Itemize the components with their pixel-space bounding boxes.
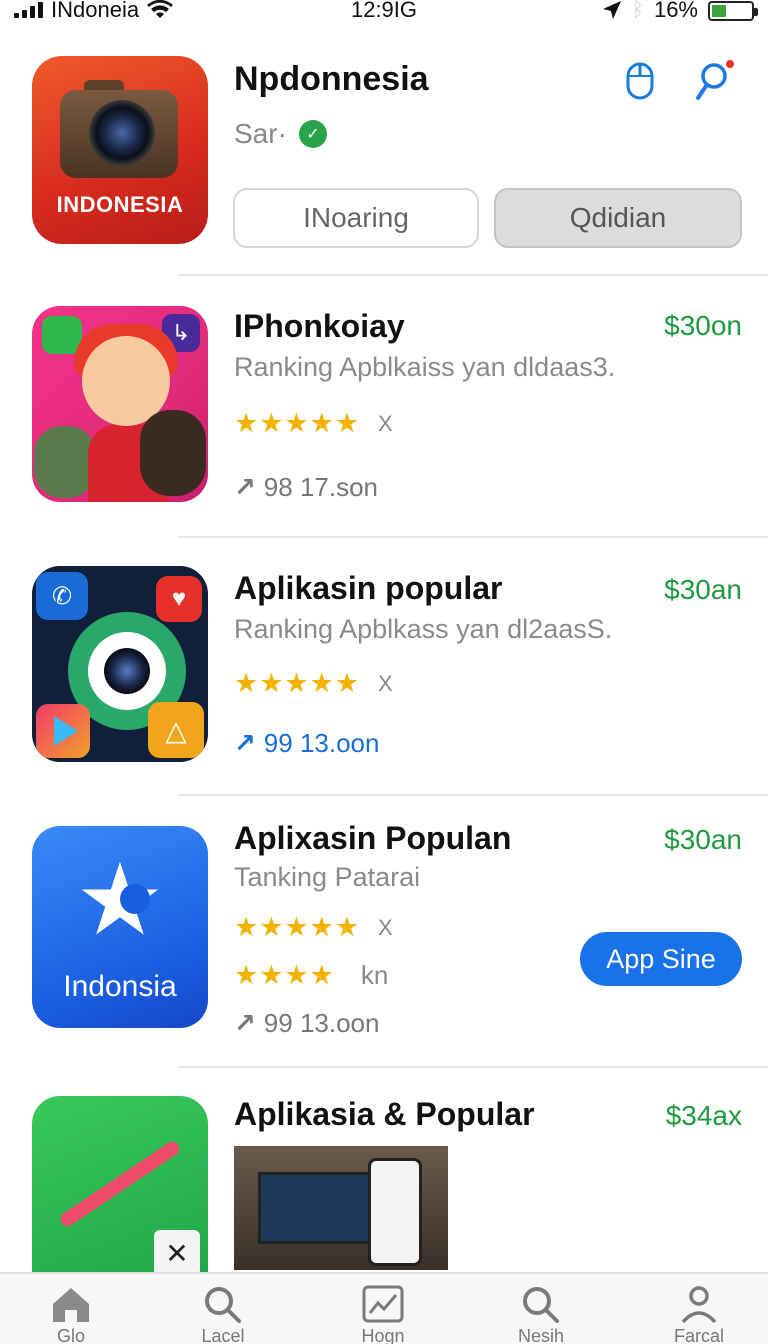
tab-label: Hogn xyxy=(361,1326,405,1344)
phone-call-icon: ✆ xyxy=(36,572,88,620)
battery-label: 16% xyxy=(653,0,698,22)
app-price-3: $30an xyxy=(664,824,742,855)
verified-icon: ✓ xyxy=(298,120,327,148)
trend-icon: ↗ xyxy=(234,1008,256,1038)
app-screenshot[interactable] xyxy=(234,1146,448,1270)
page-title: Npdonnesia xyxy=(234,60,429,98)
header-subtitle: Sar· ✓ xyxy=(234,118,327,150)
location-arrow-icon xyxy=(602,1,621,19)
header-subtitle-text: Sar· xyxy=(234,118,287,149)
app-stat-2: ↗ 99 13.oon xyxy=(234,728,379,759)
app-icon-label-3: Indonsia xyxy=(63,970,177,1003)
app-stat-1: ↗ 98 17.son xyxy=(234,472,378,503)
home-icon xyxy=(53,1288,89,1322)
stat-text: 99 13.oon xyxy=(263,1008,380,1038)
app-price-2: $30an xyxy=(664,574,742,605)
segment-button-2[interactable]: Qdidian xyxy=(494,188,742,248)
app-title-2[interactable]: Aplikasin popular xyxy=(234,570,502,607)
stars: ★★★★★ xyxy=(234,668,361,698)
tab-home[interactable]: Glo xyxy=(16,1280,126,1344)
header-icon-label: INDONESIA xyxy=(56,192,184,217)
stat-text: 98 17.son xyxy=(263,472,379,502)
tab-profile[interactable]: Farcal xyxy=(644,1280,754,1344)
camera-lens-icon xyxy=(104,648,150,694)
status-right: ᛒ 16% xyxy=(602,0,758,23)
tab-label: Glo xyxy=(56,1326,85,1344)
rating-extra: X xyxy=(378,410,393,436)
app-price-4: $34ax xyxy=(665,1100,742,1131)
play-icon xyxy=(36,704,90,758)
rating-stars-2: ★★★★★ X xyxy=(234,668,393,699)
app-icon-2[interactable]: ✆ ♥ △ xyxy=(32,566,208,762)
app-price-1: $30on xyxy=(664,310,742,341)
trend-icon: ↗ xyxy=(234,472,256,502)
divider xyxy=(178,536,768,538)
search-icon xyxy=(523,1287,559,1323)
divider xyxy=(178,274,768,276)
rating-stars-1: ★★★★★ X xyxy=(234,408,393,439)
app-desc-2: Ranking Apblkass yan dl2aasS. xyxy=(234,614,613,644)
bluetooth-icon: ᛒ xyxy=(631,0,644,21)
chart-icon xyxy=(362,1285,404,1323)
app-title-3[interactable]: Aplixasin Populan xyxy=(234,820,511,857)
tab-search-2[interactable]: Nesih xyxy=(486,1280,596,1344)
app-icon-1[interactable]: ↳ xyxy=(32,306,208,502)
app-title-1[interactable]: IPhonkoiay xyxy=(234,308,405,345)
tab-search[interactable]: Lacel xyxy=(168,1280,278,1344)
app-sine-button[interactable]: App Sine xyxy=(580,932,742,986)
tab-label: Nesih xyxy=(517,1326,565,1344)
rating-extra: X xyxy=(378,914,393,940)
divider xyxy=(178,1066,768,1068)
heart-icon: ♥ xyxy=(156,576,202,622)
app-icon-4[interactable]: ✕ xyxy=(32,1096,208,1276)
segment-button-1[interactable]: INoaring xyxy=(233,188,479,248)
profile-icon xyxy=(681,1286,717,1324)
mouse-icon[interactable] xyxy=(618,58,662,102)
arrow-icon xyxy=(58,1138,182,1229)
divider xyxy=(178,794,768,796)
close-icon: ✕ xyxy=(154,1230,200,1276)
app-desc-1: Ranking Apblkaiss yan dldaas3. xyxy=(234,352,616,382)
tab-charts[interactable]: Hogn xyxy=(328,1280,438,1344)
search-user-icon[interactable] xyxy=(692,58,736,102)
tab-label: Farcal xyxy=(673,1326,724,1344)
tab-bar: Glo Lacel Hogn Nesih Farcal xyxy=(0,1272,768,1344)
app-title-4[interactable]: Aplikasia & Popular xyxy=(234,1096,535,1133)
app-icon-3[interactable]: ★ Indonsia xyxy=(32,826,208,1028)
app-desc-3: Tanking Patarai xyxy=(234,862,421,892)
tab-label: Lacel xyxy=(201,1326,245,1344)
rating-extra: kn xyxy=(360,960,389,990)
stat-text: 99 13.oon xyxy=(263,728,380,758)
status-bar: INdoneia 12:9IG ᛒ 16% xyxy=(0,0,768,24)
stars: ★★★★★ xyxy=(234,408,361,438)
rating-stars-3b: ★★★★ kn xyxy=(234,960,388,991)
rating-stars-3: ★★★★★ X xyxy=(234,912,393,943)
stars: ★★★★★ xyxy=(234,912,361,942)
triangle-icon: △ xyxy=(148,702,204,758)
battery-icon xyxy=(708,1,758,21)
rating-extra: X xyxy=(378,670,393,696)
search-icon xyxy=(205,1287,241,1323)
app-stat-3: ↗ 99 13.oon xyxy=(234,1008,379,1039)
trend-icon: ↗ xyxy=(234,728,256,758)
stars: ★★★★ xyxy=(234,960,335,990)
laptop-image xyxy=(258,1172,378,1244)
phone-image xyxy=(368,1158,422,1266)
header-app-icon[interactable]: INDONESIA xyxy=(32,56,208,244)
